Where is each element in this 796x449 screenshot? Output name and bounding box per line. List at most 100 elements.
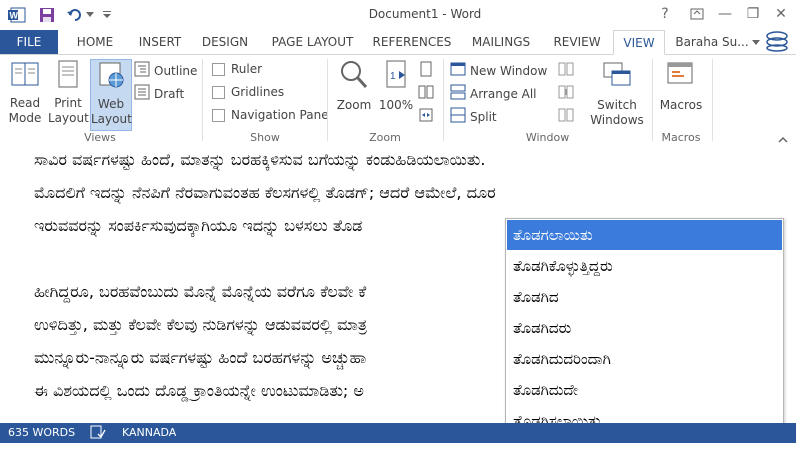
word-count[interactable]: 635 WORDS (8, 426, 75, 439)
ribbon-tabs: FILE HOME INSERT DESIGN PAGE LAYOUT REFE… (0, 30, 796, 55)
split-button[interactable]: Split (450, 107, 497, 126)
web-layout-icon (91, 60, 131, 94)
account-dropdown-icon[interactable] (752, 30, 760, 54)
separator (327, 59, 328, 141)
split-icon (450, 107, 466, 126)
switch-windows-button[interactable]: Switch Windows (586, 59, 648, 128)
print-layout-icon (48, 59, 88, 93)
macros-group-label: Macros (661, 131, 701, 144)
navigation-pane-check (212, 108, 225, 122)
ruler-label: Ruler (231, 62, 263, 76)
views-group-label: Views (84, 131, 116, 144)
tab-references[interactable]: REFERENCES (368, 30, 456, 54)
ribbon-display-options-button[interactable] (684, 2, 710, 26)
draft-label: Draft (154, 86, 185, 101)
title-bar: W Document1 - Word ? — ❐ ✕ (0, 0, 796, 31)
word-logo-icon[interactable]: W (6, 5, 28, 25)
page-width-icon[interactable] (418, 107, 434, 126)
magnifier-icon (334, 59, 374, 95)
synchronous-scrolling-icon[interactable] (558, 84, 574, 103)
window-bottom-edge (0, 443, 796, 449)
language-indicator[interactable]: KANNADA (122, 426, 176, 439)
tab-insert[interactable]: INSERT (130, 30, 190, 54)
customize-qat-icon[interactable] (100, 5, 114, 25)
suggestion-item[interactable]: ತೊಡಗಿದುದರಿಂದಾಗಿ (507, 344, 782, 374)
save-icon[interactable] (36, 5, 58, 25)
suggestion-item[interactable]: ತೊಡಗಿದ (507, 282, 782, 312)
split-label: Split (470, 109, 497, 124)
status-bar: 635 WORDS KANNADA (0, 423, 796, 443)
ruler-checkbox[interactable]: Ruler (212, 62, 262, 76)
document-line: ಇರುವವರನ್ನು ಸಂಪರ್ಕಿಸುವುದಕ್ಕಾಗಿಯೂ ಇದನ್ನು ಬ… (34, 216, 363, 235)
zoom-group-label: Zoom (369, 131, 401, 144)
tab-view[interactable]: VIEW (613, 30, 665, 55)
web-layout-label: Web Layout (91, 97, 132, 126)
document-line: ಮುನ್ನೂರು-ನಾನ್ನೂರು ವರ್ಷಗಳಷ್ಟು ಹಿಂದೆ ಬರಹಗಳ… (34, 348, 367, 367)
outline-icon (134, 61, 150, 80)
separator (202, 59, 203, 141)
suggestion-item[interactable]: ತೊಡಗಿಕೊಳ್ಳುತ್ತಿದ್ದರು (507, 251, 782, 281)
draft-icon (134, 84, 150, 103)
separator (443, 59, 444, 141)
close-button[interactable]: ✕ (768, 2, 794, 26)
zoom-label: Zoom (336, 98, 372, 112)
multiple-pages-icon[interactable] (418, 84, 434, 103)
print-layout-button[interactable]: Print Layout (48, 59, 89, 126)
tab-review[interactable]: REVIEW (548, 30, 606, 54)
read-mode-label: Read Mode (8, 96, 42, 125)
new-window-label: New Window (470, 63, 548, 78)
window-group-label: Window (525, 131, 570, 144)
separator (652, 59, 653, 141)
reset-window-position-icon[interactable] (558, 107, 574, 126)
navigation-pane-checkbox[interactable]: Navigation Pane (212, 108, 329, 122)
account-name[interactable]: Baraha Su... (672, 30, 752, 54)
document-line: ಉಳಿದಿತ್ತು, ಮತ್ತು ಕೆಲವೇ ಕೆಲವು ನುಡಿಗಳನ್ನು … (34, 315, 368, 334)
document-line: ಮೊದಲಿಗೆ ಇದನ್ನು ನೆನಪಿಗೆ ನೆರವಾಗುವಂತಹ ಕೆಲಸಗ… (34, 183, 496, 202)
web-layout-button[interactable]: Web Layout (90, 59, 132, 131)
one-page-icon[interactable] (418, 61, 434, 80)
tab-file[interactable]: FILE (0, 30, 58, 54)
suggestion-item[interactable]: ತೊಡಗಲಾಯಿತು (507, 220, 782, 250)
svg-text:1: 1 (390, 71, 396, 82)
document-line: ಈ ವಿಶಯದಲ್ಲಿ ಒಂದು ದೊಡ್ಡ ಕ್ರಾಂತಿಯನ್ನೇ ಉಂಟು… (34, 381, 364, 400)
window-title: Document1 - Word (368, 7, 482, 21)
suggestion-item[interactable]: ತೊಡಗಿದುದೇ (507, 375, 782, 405)
tab-mailings[interactable]: MAILINGS (466, 30, 536, 54)
zoom-button[interactable]: Zoom (334, 59, 374, 113)
undo-icon[interactable] (64, 5, 86, 25)
proofing-icon[interactable] (90, 425, 106, 442)
zoom-100-button[interactable]: 1 100% (378, 59, 414, 113)
print-layout-label: Print Layout (48, 96, 89, 125)
zoom-100-icon: 1 (378, 59, 414, 95)
draft-button[interactable]: Draft (134, 84, 184, 103)
switch-windows-label: Switch Windows (590, 98, 644, 127)
arrange-all-button[interactable]: Arrange All (450, 84, 537, 103)
outline-button[interactable]: Outline (134, 61, 197, 80)
gridlines-label: Gridlines (231, 85, 285, 99)
arrange-all-label: Arrange All (470, 86, 537, 101)
separator (712, 59, 713, 141)
read-mode-button[interactable]: Read Mode (4, 59, 46, 126)
ruler-check (212, 62, 225, 76)
read-mode-icon (4, 59, 46, 93)
new-window-button[interactable]: New Window (450, 61, 547, 80)
restore-button[interactable]: ❐ (740, 2, 766, 26)
gridlines-checkbox[interactable]: Gridlines (212, 85, 284, 99)
undo-dropdown-icon[interactable] (84, 5, 96, 25)
help-button[interactable]: ? (652, 2, 678, 26)
baraha-logo-icon[interactable] (762, 30, 792, 54)
suggestion-item[interactable]: ತೊಡಗಿದರು (507, 313, 782, 343)
document-line: ಹೀಗಿದ್ದರೂ, ಬರಹವೆಂಬುದು ಮೊನ್ನೆ ಮೊನ್ನೆಯ ವರೆ… (34, 282, 367, 301)
tab-page-layout[interactable]: PAGE LAYOUT (265, 30, 360, 54)
tab-home[interactable]: HOME (68, 30, 122, 54)
autocomplete-popup: ತೊಡಗಲಾಯಿತು ತೊಡಗಿಕೊಳ್ಳುತ್ತಿದ್ದರು ತೊಡಗಿದ ತ… (505, 218, 784, 444)
macros-button[interactable]: Macros (656, 59, 706, 113)
tab-design[interactable]: DESIGN (197, 30, 253, 54)
view-side-by-side-icon[interactable] (558, 61, 574, 80)
collapse-ribbon-icon[interactable] (778, 133, 788, 147)
show-group-label: Show (250, 131, 280, 144)
minimize-button[interactable]: — (712, 2, 738, 26)
macros-icon (656, 59, 706, 95)
svg-text:W: W (10, 11, 19, 21)
new-window-icon (450, 61, 466, 80)
